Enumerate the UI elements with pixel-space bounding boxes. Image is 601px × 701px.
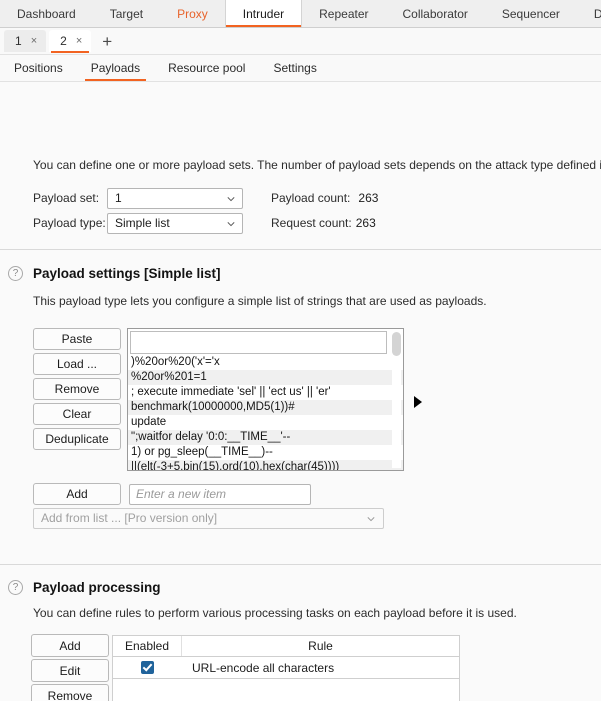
add-from-list-select[interactable]: Add from list ... [Pro version only]	[33, 508, 384, 529]
rules-table: Enabled Rule URL-encode all characters	[112, 635, 460, 679]
payload-processing-title: Payload processing	[33, 580, 161, 595]
rule-enabled-cell	[113, 661, 182, 674]
divider	[0, 564, 601, 565]
table-row[interactable]: URL-encode all characters	[113, 657, 459, 678]
help-icon[interactable]: ?	[8, 580, 23, 595]
list-item[interactable]: ; execute immediate 'sel' || 'ect us' ||…	[128, 385, 403, 400]
payload-list-button-group: Paste Load ... Remove Clear Deduplicate	[33, 328, 121, 453]
close-icon[interactable]: ×	[31, 35, 37, 47]
payload-type-label: Payload type:	[33, 216, 106, 230]
new-item-input[interactable]: Enter a new item	[129, 483, 311, 505]
main-tab-decoder[interactable]: Decoder	[577, 0, 601, 27]
deduplicate-button[interactable]: Deduplicate	[33, 428, 121, 450]
payload-sets-description: You can define one or more payload sets.…	[33, 158, 601, 172]
main-tab-decoder-label: Decoder	[593, 6, 601, 21]
list-item[interactable]: update	[128, 415, 403, 430]
payload-list[interactable]: )%20or%20('x'='x %20or%201=1 ; execute i…	[127, 328, 404, 471]
add-from-list-label: Add from list ... [Pro version only]	[41, 511, 218, 525]
payload-count-label: Payload count:	[271, 191, 351, 205]
payload-type-value: Simple list	[115, 215, 170, 230]
attack-tab-1-label: 1	[15, 34, 22, 48]
divider	[0, 249, 601, 250]
payload-list-scrollbar[interactable]	[392, 332, 401, 468]
help-icon[interactable]: ?	[8, 266, 23, 281]
payload-settings-description: This payload type lets you configure a s…	[33, 294, 487, 308]
add-item-button[interactable]: Add	[33, 483, 121, 505]
main-tab-sequencer-label: Sequencer	[501, 6, 560, 21]
main-tab-sequencer[interactable]: Sequencer	[485, 0, 577, 27]
main-tab-repeater[interactable]: Repeater	[302, 0, 385, 27]
column-header-rule: Rule	[308, 639, 333, 653]
payload-list-rows: )%20or%20('x'='x %20or%201=1 ; execute i…	[128, 355, 403, 470]
column-header-enabled: Enabled	[113, 636, 182, 656]
list-item[interactable]: )%20or%20('x'='x	[128, 355, 403, 370]
list-item[interactable]: benchmark(10000000,MD5(1))#	[128, 400, 403, 415]
payload-settings-title: Payload settings [Simple list]	[33, 266, 221, 281]
main-tab-target[interactable]: Target	[93, 0, 160, 27]
attack-tab-bar: 1 × 2 × +	[0, 28, 601, 55]
payload-set-row: Payload set: 1 Payload count: 263	[33, 187, 378, 209]
payload-set-select[interactable]: 1	[107, 187, 243, 209]
list-item[interactable]: 1) or pg_sleep(__TIME__)--	[128, 445, 403, 460]
attack-tab-1[interactable]: 1 ×	[4, 30, 47, 52]
main-tab-collaborator[interactable]: Collaborator	[386, 0, 485, 27]
checkbox-icon[interactable]	[141, 661, 154, 674]
edit-rule-button[interactable]: Edit	[31, 659, 109, 682]
list-item[interactable]: ||(elt(-3+5,bin(15),ord(10),hex(char(45)…	[128, 460, 403, 470]
main-tab-proxy[interactable]: Proxy	[160, 0, 225, 27]
tab-payloads[interactable]: Payloads	[77, 61, 154, 81]
chevron-down-icon	[227, 196, 235, 201]
expand-arrow-icon[interactable]	[414, 396, 422, 408]
paste-button[interactable]: Paste	[33, 328, 121, 350]
request-count-value: 263	[355, 216, 376, 230]
remove-rule-button[interactable]: Remove	[31, 684, 109, 701]
payload-settings-header: ? Payload settings [Simple list]	[8, 266, 221, 281]
clear-button[interactable]: Clear	[33, 403, 121, 425]
tab-positions-label: Positions	[14, 61, 63, 75]
payload-processing-button-group: Add Edit Remove Up Down	[31, 634, 109, 701]
main-tab-target-label: Target	[109, 6, 144, 21]
add-rule-button[interactable]: Add	[31, 634, 109, 657]
rule-name-cell: URL-encode all characters	[192, 660, 335, 675]
chevron-down-icon	[367, 517, 375, 522]
payload-processing-header: ? Payload processing	[8, 580, 161, 595]
main-tab-collaborator-label: Collaborator	[402, 6, 468, 21]
list-item[interactable]: ";waitfor delay '0:0:__TIME__'--	[128, 430, 403, 445]
payload-list-edit-field[interactable]	[130, 331, 387, 354]
list-item[interactable]: %20or%201=1	[128, 370, 403, 385]
add-item-row: Add Enter a new item	[33, 483, 311, 505]
payload-set-label: Payload set:	[33, 191, 100, 205]
main-tab-intruder-label: Intruder	[242, 6, 285, 21]
main-tab-repeater-label: Repeater	[319, 6, 369, 21]
payload-type-select[interactable]: Simple list	[107, 212, 243, 234]
close-icon[interactable]: ×	[76, 35, 82, 47]
remove-button[interactable]: Remove	[33, 378, 121, 400]
payload-processing-description: You can define rules to perform various …	[33, 606, 517, 620]
payloads-panel: You can define one or more payload sets.…	[0, 82, 601, 701]
main-tab-bar: Dashboard Target Proxy Intruder Repeater…	[0, 0, 601, 28]
request-count-label: Request count:	[271, 216, 352, 230]
add-tab-button[interactable]: +	[94, 33, 120, 50]
tab-payloads-label: Payloads	[90, 61, 141, 75]
load-button[interactable]: Load ...	[33, 353, 121, 375]
payload-count-value: 263	[358, 191, 379, 205]
tab-resource-pool-label: Resource pool	[168, 61, 246, 75]
rules-table-header: Enabled Rule	[113, 636, 459, 657]
tab-settings[interactable]: Settings	[259, 61, 330, 81]
rules-table-body-extension	[112, 679, 460, 701]
main-tab-dashboard[interactable]: Dashboard	[0, 0, 93, 27]
tab-positions[interactable]: Positions	[0, 61, 77, 81]
payload-type-row: Payload type: Simple list Request count:…	[33, 212, 376, 234]
tab-settings-label: Settings	[273, 61, 317, 75]
main-tab-intruder[interactable]: Intruder	[224, 0, 303, 27]
attack-tab-2[interactable]: 2 ×	[49, 30, 92, 53]
chevron-down-icon	[227, 221, 235, 226]
attack-tab-2-label: 2	[60, 34, 67, 48]
payload-set-value: 1	[115, 190, 122, 205]
main-tab-proxy-label: Proxy	[177, 6, 208, 21]
main-tab-dashboard-label: Dashboard	[17, 6, 76, 21]
tab-resource-pool[interactable]: Resource pool	[154, 61, 259, 81]
scrollbar-thumb[interactable]	[392, 332, 401, 356]
inner-tab-bar: Positions Payloads Resource pool Setting…	[0, 55, 601, 82]
